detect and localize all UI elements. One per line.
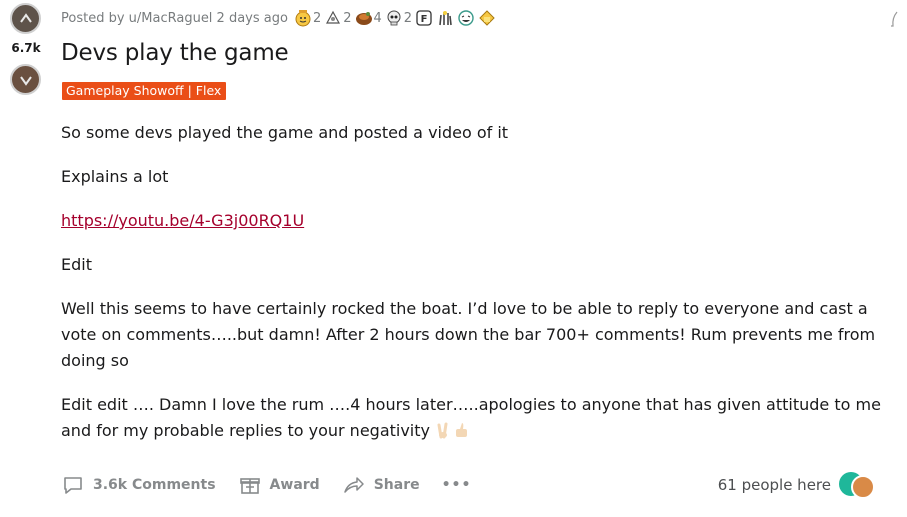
- vote-count: 6.7k: [11, 41, 41, 55]
- award-5[interactable]: F: [415, 9, 433, 27]
- wholesome-award-icon: [295, 10, 311, 27]
- youtube-link[interactable]: https://youtu.be/4-G3j00RQ1U: [61, 211, 304, 230]
- more-options-button[interactable]: •••: [442, 477, 472, 493]
- body-paragraph: Edit: [61, 255, 92, 274]
- share-label: Share: [373, 477, 420, 493]
- award-3[interactable]: 4: [355, 9, 382, 27]
- award-2[interactable]: 2: [324, 9, 352, 27]
- share-button[interactable]: Share: [342, 473, 420, 497]
- helpful-award-icon: [326, 10, 341, 24]
- post-title[interactable]: Devs play the game: [61, 40, 289, 66]
- body-paragraph: Explains a lot: [61, 167, 169, 186]
- tree-hug-award-icon: [355, 12, 372, 25]
- post-flair[interactable]: Gameplay Showoff | Flex: [62, 82, 227, 100]
- laughing-award-icon: [458, 10, 474, 26]
- upvote-arrow-icon: [19, 12, 32, 23]
- body-paragraph: Well this seems to have certainly rocked…: [61, 299, 876, 370]
- award-button[interactable]: Award: [238, 473, 320, 497]
- take-my-energy-award-icon: [439, 11, 452, 26]
- downvote-arrow-icon: [19, 75, 32, 86]
- upvote-button[interactable]: [10, 3, 41, 34]
- avatar: [851, 475, 875, 499]
- downvote-button[interactable]: [10, 64, 41, 95]
- pin-icon[interactable]: [889, 10, 901, 28]
- posted-by[interactable]: Posted by u/MacRaguel 2 days ago: [61, 11, 288, 26]
- comment-icon: [64, 477, 82, 494]
- award-4[interactable]: 2: [385, 9, 412, 27]
- award-1[interactable]: 2: [294, 9, 321, 27]
- share-arrow-icon: [343, 477, 364, 493]
- vote-column: 6.7k: [0, 0, 52, 517]
- award-6[interactable]: [436, 9, 454, 27]
- presence-indicator[interactable]: 61 people here: [717, 472, 877, 499]
- award-8[interactable]: [478, 9, 496, 27]
- press-f-award-icon: F: [416, 10, 432, 26]
- body-paragraph-last: Edit edit …. Damn I love the rum ….4 hou…: [61, 392, 891, 447]
- post-body: So some devs played the game and posted …: [61, 120, 891, 465]
- award-7[interactable]: [457, 9, 475, 27]
- gold-award-icon: [479, 10, 495, 26]
- skull-award-icon: [387, 10, 401, 26]
- avatar-stack: [839, 472, 877, 499]
- svg-text:F: F: [421, 14, 428, 25]
- thumbs-up-emoji-icon: [453, 421, 471, 447]
- post-meta: Posted by u/MacRaguel 2 days ago 2 2 4 2…: [61, 8, 499, 28]
- body-paragraph: So some devs played the game and posted …: [61, 123, 509, 142]
- people-here-text: 61 people here: [717, 476, 831, 494]
- action-bar: 3.6k Comments Award Share •••: [61, 470, 493, 500]
- comments-button[interactable]: 3.6k Comments: [61, 473, 216, 497]
- victory-hand-emoji-icon: [435, 421, 453, 447]
- gift-icon: [239, 478, 260, 494]
- comments-label: 3.6k Comments: [93, 477, 216, 493]
- award-label: Award: [269, 477, 320, 493]
